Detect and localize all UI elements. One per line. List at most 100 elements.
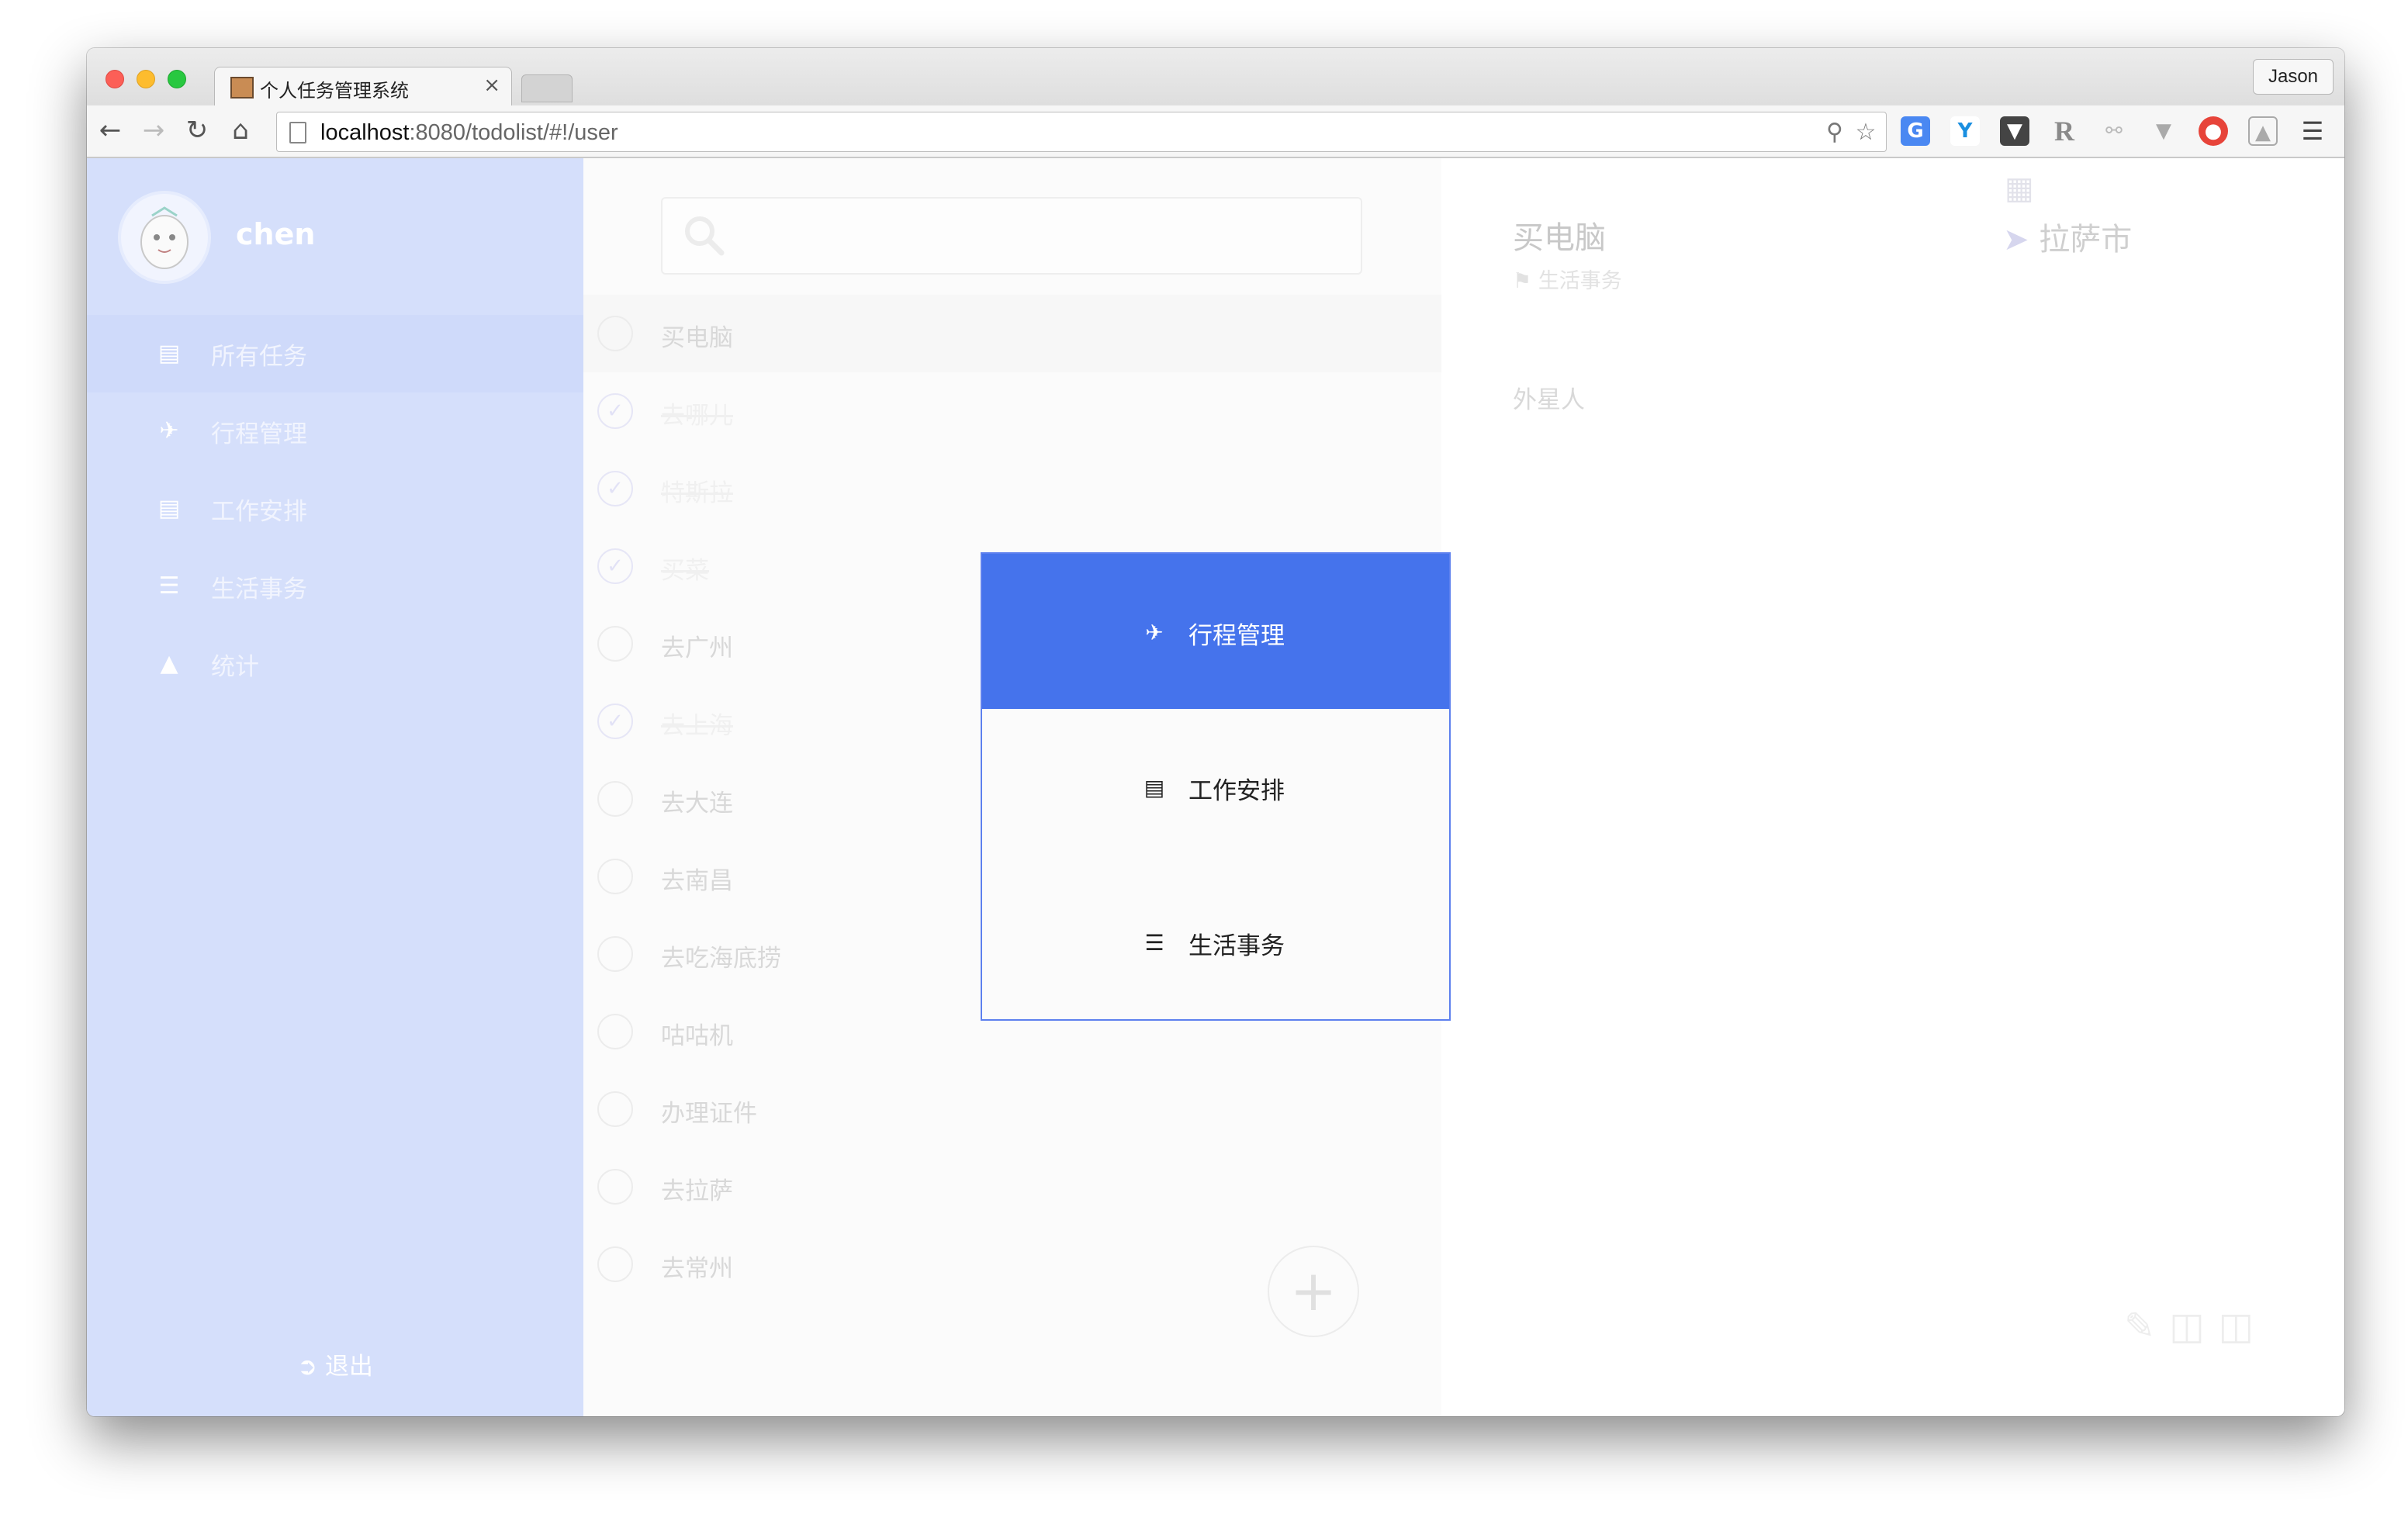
url-text: localhost:8080/todolist/#!/user bbox=[320, 120, 618, 145]
sidebar-item-work[interactable]: ▤ 工作安排 bbox=[87, 470, 583, 548]
task-label: 特斯拉 bbox=[661, 479, 733, 507]
category-popup: ✈ 行程管理 ▤ 工作安排 ☰ 生活事务 bbox=[981, 552, 1451, 1021]
popup-item-label: 生活事务 bbox=[1188, 932, 1285, 960]
task-checkbox[interactable] bbox=[597, 1246, 633, 1282]
task-row[interactable]: 办理证件 bbox=[583, 1070, 1441, 1148]
vue-devtools-extension-icon[interactable]: Y bbox=[1950, 116, 1980, 146]
task-checkbox[interactable] bbox=[597, 936, 633, 972]
popup-item-life[interactable]: ☰ 生活事务 bbox=[982, 864, 1449, 1019]
new-tab-button[interactable] bbox=[521, 74, 573, 102]
task-row[interactable]: 去拉萨 bbox=[583, 1148, 1441, 1226]
sidebar-item-label: 行程管理 bbox=[211, 420, 307, 448]
search-icon bbox=[685, 216, 725, 256]
add-task-button[interactable]: + bbox=[1268, 1246, 1359, 1337]
search-input[interactable] bbox=[661, 197, 1362, 275]
task-checkbox[interactable] bbox=[597, 1014, 633, 1049]
area-chart-icon: ▲ bbox=[160, 650, 178, 677]
stop-extension-icon[interactable]: ● bbox=[2199, 116, 2228, 146]
r-extension-icon[interactable]: R bbox=[2050, 116, 2079, 146]
sidebar-item-label: 统计 bbox=[211, 653, 259, 681]
task-row[interactable]: ✓ 去哪儿 bbox=[583, 372, 1441, 450]
favicon-icon bbox=[230, 77, 254, 99]
bookmark-star-icon[interactable]: ☆ bbox=[1852, 119, 1880, 147]
browser-window: 个人任务管理系统 × Jason ← → ↻ ⌂ localhost:8080/… bbox=[87, 48, 2344, 1416]
forward-arrow-icon[interactable]: → bbox=[138, 115, 169, 146]
v-extension-icon[interactable]: ▼ bbox=[2149, 116, 2178, 146]
home-icon[interactable]: ⌂ bbox=[225, 115, 256, 146]
popup-item-work[interactable]: ▤ 工作安排 bbox=[982, 709, 1449, 864]
translate-extension-icon[interactable]: G bbox=[1901, 116, 1930, 146]
menu-icon[interactable]: ☰ bbox=[2298, 116, 2327, 146]
minimize-window-button[interactable] bbox=[137, 70, 155, 88]
task-row[interactable]: 买电脑 bbox=[583, 295, 1441, 372]
task-label: 办理证件 bbox=[661, 1100, 757, 1128]
pencil-icon[interactable]: ✎ bbox=[2124, 1305, 2169, 1348]
title-bar: 个人任务管理系统 × Jason bbox=[87, 48, 2344, 107]
bullet-list-icon: ☰ bbox=[158, 572, 180, 600]
task-checkbox[interactable]: ✓ bbox=[597, 471, 633, 506]
detail-note[interactable]: 外星人 bbox=[1513, 380, 1585, 415]
sidebar-item-life[interactable]: ☰ 生活事务 bbox=[87, 548, 583, 625]
tag-icon: ⚑ bbox=[1513, 269, 1532, 293]
task-checkbox[interactable] bbox=[597, 316, 633, 351]
task-label: 去吃海底捞 bbox=[661, 945, 781, 973]
browser-toolbar: ← → ↻ ⌂ localhost:8080/todolist/#!/user … bbox=[87, 105, 2344, 158]
sidebar-item-all-tasks[interactable]: ▤ 所有任务 bbox=[87, 315, 583, 392]
pocket-extension-icon[interactable]: ▼ bbox=[2000, 116, 2029, 146]
sidebar: chen ▤ 所有任务 ✈ 行程管理 ▤ 工作安排 ☰ 生活事务 ▲ 统计 ➲ … bbox=[87, 158, 583, 1416]
profile-button[interactable]: Jason bbox=[2253, 59, 2334, 95]
task-label: 去拉萨 bbox=[661, 1177, 733, 1205]
task-checkbox[interactable]: ✓ bbox=[597, 548, 633, 584]
shield-extension-icon[interactable]: ▲ bbox=[2248, 116, 2278, 146]
sidebar-item-label: 所有任务 bbox=[211, 343, 307, 371]
sidebar-item-label: 生活事务 bbox=[211, 576, 307, 603]
key-icon[interactable]: ⚲ bbox=[1821, 119, 1849, 147]
task-label: 去上海 bbox=[661, 712, 733, 740]
popup-item-trips[interactable]: ✈ 行程管理 bbox=[982, 554, 1449, 709]
task-detail-panel: ▦ 买电脑 ⚑ 生活事务 ➤ 拉萨市 外星人 ✎◫◫ bbox=[1441, 158, 2344, 1416]
detail-location-label: 拉萨市 bbox=[2039, 222, 2133, 258]
logout-button[interactable]: ➲ 退出 bbox=[87, 1343, 583, 1390]
card-icon: ▤ bbox=[157, 495, 181, 522]
sidebar-item-stats[interactable]: ▲ 统计 bbox=[87, 625, 583, 703]
reload-icon[interactable]: ↻ bbox=[182, 115, 213, 146]
task-label: 去大连 bbox=[661, 790, 733, 818]
task-checkbox[interactable]: ✓ bbox=[597, 393, 633, 429]
task-row[interactable]: ✓ 特斯拉 bbox=[583, 450, 1441, 527]
task-label: 去常州 bbox=[661, 1255, 733, 1283]
zoom-window-button[interactable] bbox=[168, 70, 186, 88]
back-arrow-icon[interactable]: ← bbox=[95, 115, 126, 146]
logout-label: 退出 bbox=[324, 1353, 373, 1381]
user-name: chen bbox=[236, 217, 316, 251]
plane-icon: ✈ bbox=[1145, 620, 1164, 645]
avatar[interactable] bbox=[118, 191, 211, 284]
task-label: 买菜 bbox=[661, 557, 709, 585]
sitemap-extension-icon[interactable]: ⚯ bbox=[2099, 116, 2129, 146]
browser-tab[interactable]: 个人任务管理系统 × bbox=[214, 67, 512, 107]
detail-title[interactable]: 买电脑 bbox=[1513, 213, 1606, 258]
trash-icon[interactable]: ◫ bbox=[2219, 1305, 2268, 1348]
task-checkbox[interactable] bbox=[597, 859, 633, 894]
task-checkbox[interactable] bbox=[597, 626, 633, 662]
address-bar[interactable]: localhost:8080/todolist/#!/user ⚲ ☆ bbox=[276, 112, 1887, 152]
detail-actions: ✎◫◫ bbox=[2124, 1305, 2268, 1348]
detail-location[interactable]: ➤ 拉萨市 bbox=[2003, 214, 2132, 259]
task-checkbox[interactable]: ✓ bbox=[597, 704, 633, 739]
avatar-cartoon-icon bbox=[140, 206, 189, 269]
task-label: 去哪儿 bbox=[661, 402, 733, 430]
plus-icon: + bbox=[1289, 1258, 1337, 1323]
location-arrow-icon: ➤ bbox=[2003, 222, 2029, 258]
close-window-button[interactable] bbox=[106, 70, 124, 88]
task-checkbox[interactable] bbox=[597, 1169, 633, 1205]
task-checkbox[interactable] bbox=[597, 1091, 633, 1127]
task-checkbox[interactable] bbox=[597, 781, 633, 817]
task-label: 去南昌 bbox=[661, 867, 733, 895]
card-icon: ▤ bbox=[1143, 775, 1165, 800]
detail-tag[interactable]: ⚑ 生活事务 bbox=[1513, 264, 1622, 294]
tab-close-icon[interactable]: × bbox=[483, 74, 500, 97]
list-icon: ▤ bbox=[157, 340, 181, 367]
sidebar-item-trips[interactable]: ✈ 行程管理 bbox=[87, 392, 583, 470]
task-label: 咕咕机 bbox=[661, 1022, 733, 1050]
save-icon[interactable]: ◫ bbox=[2169, 1305, 2218, 1348]
calendar-icon[interactable]: ▦ bbox=[2005, 171, 2034, 206]
